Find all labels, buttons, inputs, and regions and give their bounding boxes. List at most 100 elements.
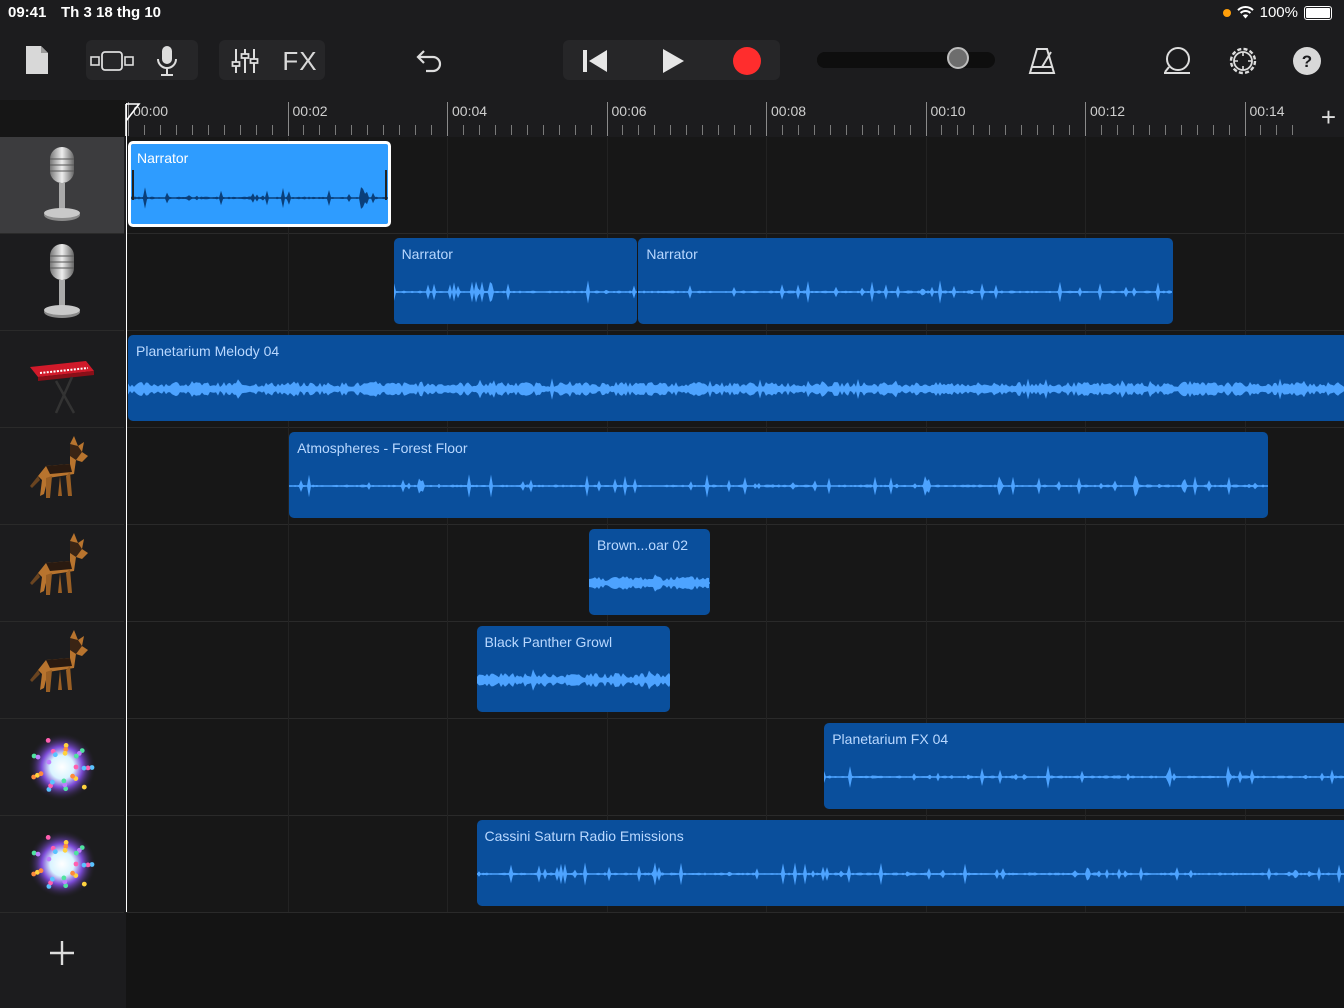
ruler-major-tick: [1085, 102, 1086, 136]
add-section-icon[interactable]: +: [1321, 104, 1336, 130]
metronome-icon[interactable]: [1024, 42, 1060, 80]
battery-icon: [1304, 5, 1332, 20]
file-icon[interactable]: [22, 42, 52, 78]
track-header[interactable]: [0, 525, 124, 622]
settings-icon[interactable]: [1224, 42, 1262, 80]
mixer-icon[interactable]: [226, 42, 264, 80]
ruler-minor-tick: [1132, 125, 1134, 135]
track-header[interactable]: [0, 622, 124, 719]
audio-region[interactable]: Black Panther Growl: [476, 626, 671, 712]
ruler-minor-tick: [718, 125, 720, 135]
loop-icon[interactable]: [1158, 42, 1196, 80]
ruler-major-tick: [766, 102, 767, 136]
sparkle-icon: [28, 733, 96, 801]
region-name: Planetarium FX 04: [832, 731, 949, 747]
wifi-icon: [1236, 6, 1254, 19]
track-header[interactable]: [0, 234, 124, 331]
ruler-minor-tick: [431, 125, 433, 135]
ruler-minor-tick: [143, 125, 145, 135]
ruler-minor-tick: [1100, 125, 1102, 135]
track-header[interactable]: [0, 719, 124, 816]
ruler-time-label: 00:14: [1249, 103, 1285, 119]
bar-gridline: [287, 137, 289, 912]
audio-region[interactable]: Planetarium FX 04: [824, 723, 1344, 809]
audio-region[interactable]: Planetarium Melody 04: [128, 335, 1344, 421]
region-name: Narrator: [137, 150, 189, 166]
audio-region[interactable]: Cassini Saturn Radio Emissions: [476, 820, 1344, 906]
ruler-minor-tick: [351, 125, 353, 135]
volume-slider[interactable]: [817, 47, 995, 69]
privacy-indicator-icon: [1222, 8, 1231, 17]
track-header[interactable]: [0, 428, 124, 525]
playhead[interactable]: [125, 103, 141, 912]
waveform: [824, 765, 1344, 789]
audio-region[interactable]: Narrator: [128, 141, 392, 227]
ruler-minor-tick: [1053, 125, 1055, 135]
region-trim-handle[interactable]: [385, 170, 388, 200]
ruler-major-tick: [925, 102, 927, 136]
ruler-minor-tick: [813, 125, 815, 135]
ruler-minor-tick: [542, 125, 544, 135]
ruler-minor-tick: [494, 125, 496, 135]
rewind-icon[interactable]: [572, 42, 618, 80]
track-lane[interactable]: [126, 525, 1344, 622]
audio-region[interactable]: Brown...oar 02: [588, 529, 711, 615]
region-trim-handle[interactable]: [132, 170, 134, 200]
view-toggle-icon[interactable]: [88, 44, 136, 78]
ruler-minor-tick: [1148, 125, 1150, 135]
ruler-minor-tick: [1276, 125, 1278, 135]
ruler-minor-tick: [1228, 125, 1230, 135]
ruler-minor-tick: [973, 125, 975, 135]
ruler-major-tick: [447, 102, 448, 136]
ruler-minor-tick: [1212, 125, 1214, 135]
region-name: Brown...oar 02: [596, 537, 689, 553]
track-header[interactable]: [0, 331, 124, 428]
ruler-minor-tick: [829, 125, 831, 135]
ruler-minor-tick: [207, 125, 209, 135]
timeline-ruler[interactable]: 00:00 00:02 00:04 00:06 00:08 00:10 00:12 00:14…: [126, 100, 1344, 137]
playhead-handle-icon[interactable]: [125, 103, 141, 137]
status-bar: 09:41 Th 3 18 thg 10 100%: [0, 0, 1344, 26]
region-name: Narrator: [646, 246, 698, 262]
ruler-minor-tick: [255, 125, 257, 135]
ruler-minor-tick: [686, 125, 688, 135]
ruler-minor-tick: [1069, 125, 1071, 135]
waveform: [588, 574, 710, 592]
microphone-icon[interactable]: [150, 42, 184, 80]
ruler-minor-tick: [622, 125, 624, 135]
waveform: [393, 280, 637, 304]
region-name: Planetarium Melody 04: [136, 343, 280, 359]
audio-region[interactable]: Narrator: [638, 238, 1173, 324]
audio-region[interactable]: Atmospheres - Forest Floor: [289, 432, 1269, 518]
waveform: [289, 474, 1269, 498]
play-icon[interactable]: [650, 42, 696, 80]
add-track-button[interactable]: [0, 913, 124, 993]
waveform: [638, 280, 1173, 304]
track-lane[interactable]: [126, 622, 1344, 719]
track-header[interactable]: [0, 816, 124, 913]
record-icon[interactable]: [724, 42, 770, 80]
plus-icon: [50, 941, 74, 965]
svg-text:?: ?: [1302, 52, 1312, 71]
ruler-time-label: 00:04: [452, 103, 488, 119]
audio-region[interactable]: Narrator: [393, 238, 637, 324]
tracks-area[interactable]: Narrator Narrator Narrator Planetarium Melo…: [126, 137, 1344, 1008]
ruler-minor-tick: [941, 125, 943, 135]
help-icon[interactable]: ?: [1289, 42, 1325, 80]
ruler-minor-tick: [415, 125, 417, 135]
ruler-time-label: 00:12: [1090, 103, 1126, 119]
region-name: Black Panther Growl: [484, 634, 613, 650]
sparkle-icon: [28, 830, 96, 898]
ruler-minor-tick: [1005, 125, 1007, 135]
volume-slider-knob[interactable]: [946, 47, 969, 69]
track-headers: [0, 137, 126, 1008]
fx-button[interactable]: FX: [278, 42, 322, 80]
track-header[interactable]: [0, 137, 124, 234]
ruler-minor-tick: [367, 125, 369, 135]
undo-icon[interactable]: [410, 42, 448, 80]
ruler-minor-tick: [175, 125, 177, 135]
dog-icon: [30, 533, 88, 595]
ruler-minor-tick: [989, 125, 991, 135]
ruler-minor-tick: [797, 125, 799, 135]
ruler-minor-tick: [750, 125, 752, 135]
